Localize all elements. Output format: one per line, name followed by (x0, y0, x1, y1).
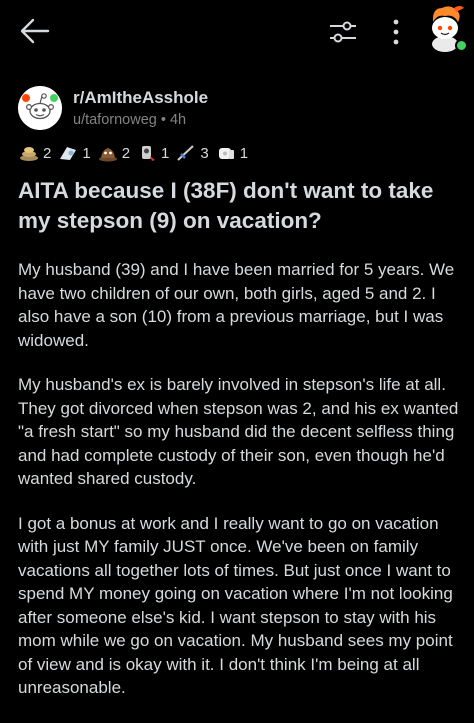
top-bar (0, 0, 474, 62)
award-count: 1 (161, 144, 170, 162)
author-name[interactable]: u/tafornoweg (73, 112, 157, 128)
award-count: 1 (82, 144, 91, 162)
post-body: My husband (39) and I have been married … (18, 258, 464, 721)
award-icon-6 (218, 148, 234, 159)
award: 2 (18, 144, 51, 162)
award: 1 (57, 144, 91, 162)
award-icon-5 (177, 145, 195, 161)
award: 1 (215, 144, 248, 162)
awards-row[interactable]: 2 1 2 1 3 1 (18, 143, 254, 163)
more-options-button[interactable] (384, 16, 408, 48)
award-count: 3 (200, 144, 209, 162)
online-status-dot (455, 39, 468, 52)
meta-separator: • (156, 112, 170, 128)
award: 2 (97, 144, 130, 162)
post-paragraph: I got a bonus at work and I really want … (18, 513, 453, 698)
subreddit-icon[interactable] (18, 86, 62, 130)
filter-button[interactable] (328, 18, 358, 46)
award: 3 (175, 144, 209, 162)
post-time: 4h (169, 112, 187, 128)
post-paragraph: My husband's ex is barely involved in st… (18, 375, 459, 488)
post-meta: u/tafornoweg • 4h (73, 112, 186, 128)
award-count: 2 (43, 144, 52, 162)
award: 1 (136, 144, 169, 162)
subreddit-name[interactable]: r/AmItheAsshole (73, 88, 208, 108)
post-paragraph: My husband (39) and I have been married … (18, 260, 455, 350)
back-button[interactable] (18, 14, 52, 48)
award-icon-3 (98, 148, 117, 162)
award-icon-4 (142, 146, 156, 161)
sliders-icon (330, 21, 356, 43)
award-count: 2 (121, 144, 131, 162)
arrow-left-icon (20, 18, 50, 44)
subreddit-snoo-icon (18, 86, 62, 130)
vertical-dots-icon (393, 19, 399, 45)
award-count: 1 (239, 144, 249, 162)
award-icon-1 (20, 147, 38, 161)
post-title: AITA because I (38F) don't want to take … (18, 178, 434, 233)
award-icon-2 (60, 147, 77, 160)
post-header: r/AmItheAsshole u/tafornoweg • 4h (18, 86, 458, 132)
